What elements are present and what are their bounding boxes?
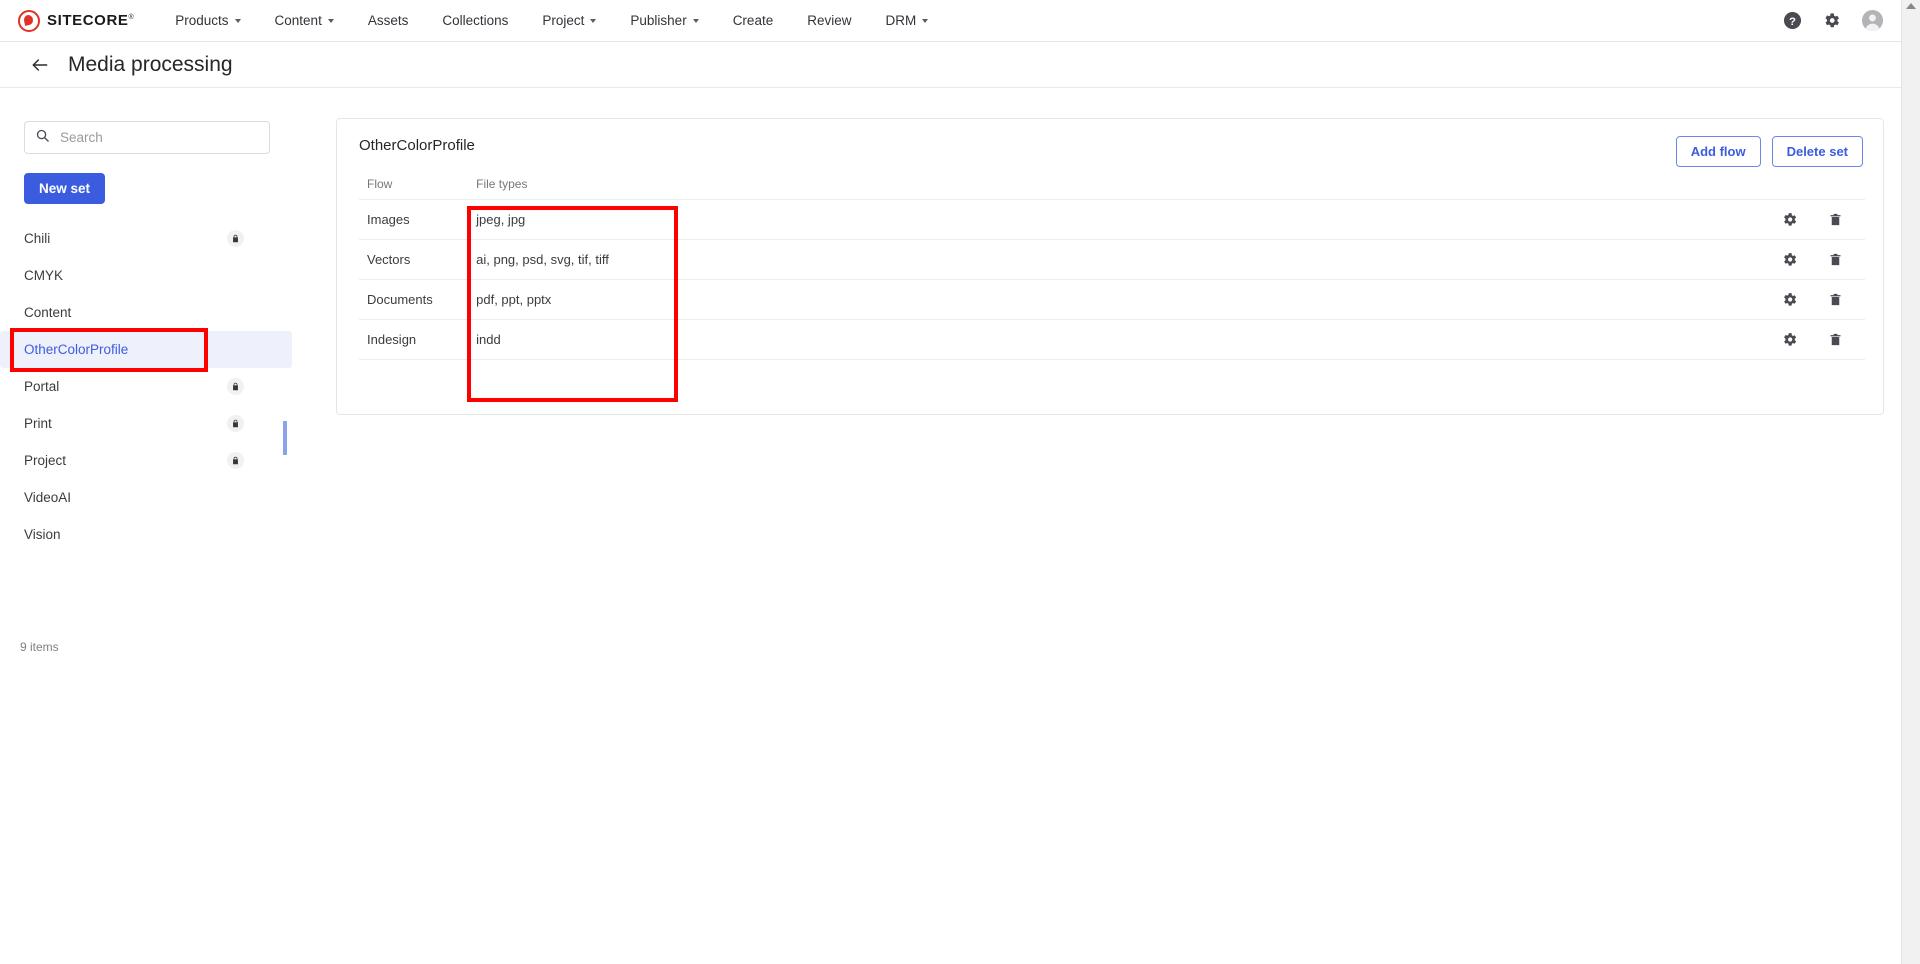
set-title: OtherColorProfile (359, 137, 475, 154)
table-row[interactable]: Indesign indd (359, 319, 1865, 360)
nav-item-drm[interactable]: DRM (868, 0, 945, 41)
delete-trash-icon[interactable] (1828, 291, 1843, 308)
cell-file-types: ai, png, psd, svg, tif, tiff (468, 239, 1735, 280)
add-flow-button[interactable]: Add flow (1675, 136, 1761, 167)
delete-trash-icon[interactable] (1828, 211, 1843, 228)
set-item-videoai[interactable]: VideoAI (0, 479, 300, 516)
sidebar: Search New set Chili CMYK Content OtherC… (0, 88, 300, 964)
cell-row-actions (1734, 239, 1865, 280)
sitecore-logo[interactable]: SITECORE® (18, 9, 135, 32)
flow-set-card: OtherColorProfile Add flow Delete set Fl… (336, 118, 1884, 415)
gear-icon[interactable] (1822, 11, 1841, 30)
avatar[interactable] (1861, 9, 1884, 32)
set-item-project[interactable]: Project (0, 442, 300, 479)
set-item-portal[interactable]: Portal (0, 368, 300, 405)
column-header-actions (1734, 177, 1865, 200)
nav-item-review[interactable]: Review (790, 0, 868, 41)
set-item-vision[interactable]: Vision (0, 516, 300, 553)
cell-file-types: jpeg, jpg (468, 199, 1735, 240)
scroll-up-arrow-icon[interactable] (1906, 3, 1916, 9)
cell-row-actions (1734, 199, 1865, 240)
nav-item-collections[interactable]: Collections (425, 0, 525, 41)
chevron-down-icon (234, 18, 241, 23)
chevron-down-icon (692, 18, 699, 23)
set-item-label: VideoAI (24, 490, 72, 505)
cell-file-types: pdf, ppt, pptx (468, 279, 1735, 320)
table-header-row: Flow File types (359, 177, 1865, 200)
delete-trash-icon[interactable] (1828, 331, 1843, 348)
card-actions: Add flow Delete set (1675, 136, 1863, 167)
panel-resize-handle[interactable] (283, 421, 287, 455)
set-item-content[interactable]: Content (0, 294, 300, 331)
new-set-button[interactable]: New set (24, 173, 106, 204)
lock-icon (227, 415, 244, 432)
cell-flow-name: Images (359, 199, 469, 240)
set-item-label: Vision (24, 527, 61, 542)
nav-item-assets[interactable]: Assets (351, 0, 426, 41)
page-title: Media processing (68, 52, 233, 76)
nav-item-products[interactable]: Products (158, 0, 257, 41)
delete-set-button[interactable]: Delete set (1771, 136, 1863, 167)
column-header-flow: Flow (367, 177, 393, 191)
set-item-cmyk[interactable]: CMYK (0, 257, 300, 294)
set-item-label: Content (24, 305, 72, 320)
nav-items: Products Content Assets Collections Proj… (158, 0, 945, 41)
set-list: Chili CMYK Content OtherColorProfile Por… (0, 220, 300, 553)
nav-item-content[interactable]: Content (258, 0, 351, 41)
top-navigation-bar: SITECORE® Products Content Assets Collec… (0, 0, 1920, 42)
page-header: Media processing (0, 42, 1920, 88)
set-item-label: Print (24, 416, 52, 431)
cell-flow-name: Documents (359, 279, 469, 320)
app-root: SITECORE® Products Content Assets Collec… (0, 0, 1920, 964)
cell-row-actions (1734, 319, 1865, 360)
settings-gear-icon[interactable] (1781, 251, 1798, 268)
nav-item-project[interactable]: Project (525, 0, 613, 41)
items-count-label: 9 items (20, 640, 59, 654)
flows-table-head: Flow File types (359, 177, 1865, 200)
nav-item-publisher[interactable]: Publisher (613, 0, 715, 41)
column-header-file-types: File types (476, 177, 528, 191)
chevron-down-icon (590, 18, 597, 23)
set-item-label: OtherColorProfile (24, 342, 129, 357)
settings-gear-icon[interactable] (1781, 211, 1798, 228)
flows-table-body: Images jpeg, jpg Vectors ai, png, psd, s… (359, 199, 1865, 360)
help-icon[interactable]: ? (1783, 11, 1802, 30)
lock-icon (227, 230, 244, 247)
back-arrow-icon[interactable] (30, 55, 50, 75)
chevron-down-icon (327, 18, 334, 23)
search-icon (35, 128, 50, 148)
delete-trash-icon[interactable] (1828, 251, 1843, 268)
page-scrollbar[interactable] (1901, 0, 1920, 964)
lock-icon (227, 378, 244, 395)
table-row[interactable]: Vectors ai, png, psd, svg, tif, tiff (359, 239, 1865, 280)
search-input[interactable]: Search (24, 121, 270, 154)
chevron-down-icon (922, 18, 929, 23)
cell-flow-name: Indesign (359, 319, 469, 360)
set-item-label: Chili (24, 231, 51, 246)
flows-table: Flow File types Images jpeg, jpg Vectors… (359, 177, 1865, 360)
svg-text:?: ? (1789, 16, 1796, 28)
nav-item-create[interactable]: Create (716, 0, 791, 41)
table-row[interactable]: Documents pdf, ppt, pptx (359, 279, 1865, 320)
set-item-label: Project (24, 453, 67, 468)
search-placeholder: Search (60, 130, 103, 145)
cell-file-types: indd (468, 319, 1735, 360)
sitecore-logo-icon (18, 9, 40, 32)
set-item-othercolorprofile[interactable]: OtherColorProfile (0, 331, 292, 368)
cell-flow-name: Vectors (359, 239, 469, 280)
sitecore-logo-text: SITECORE® (47, 12, 135, 29)
table-row[interactable]: Images jpeg, jpg (359, 199, 1865, 240)
set-item-label: CMYK (24, 268, 64, 283)
settings-gear-icon[interactable] (1781, 291, 1798, 308)
top-nav-actions: ? (1783, 9, 1884, 32)
cell-row-actions (1734, 279, 1865, 320)
set-item-print[interactable]: Print (0, 405, 300, 442)
lock-icon (227, 452, 244, 469)
settings-gear-icon[interactable] (1781, 331, 1798, 348)
set-item-chili[interactable]: Chili (0, 220, 300, 257)
set-item-label: Portal (24, 379, 60, 394)
